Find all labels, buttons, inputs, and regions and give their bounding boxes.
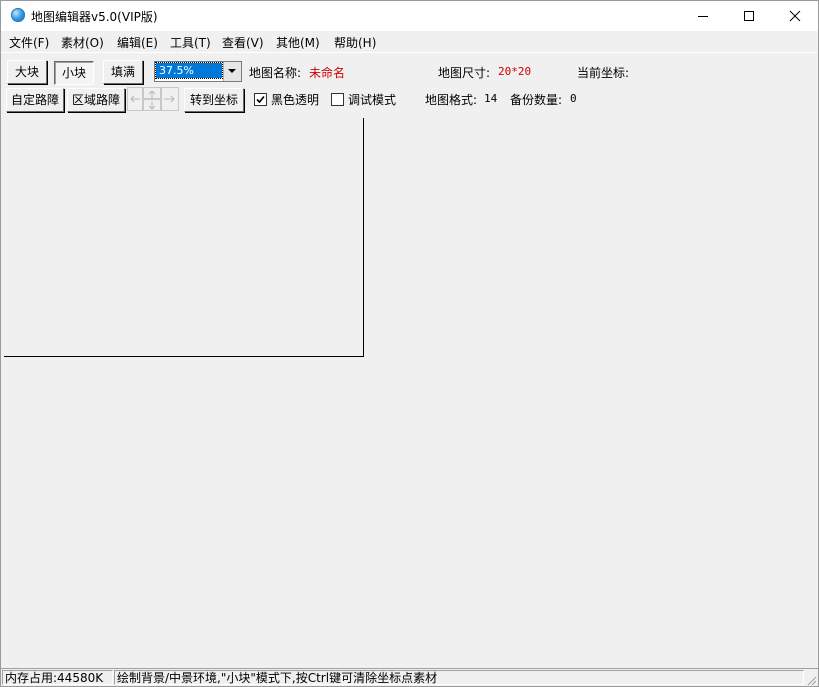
toolbar: 大块 小块 填满 37.5% 地图名称: 未命名 地图尺寸: 20*20 当前坐… bbox=[1, 52, 818, 117]
menu-file[interactable]: 文件(F) bbox=[9, 34, 49, 51]
zoom-select[interactable]: 37.5% bbox=[154, 61, 242, 82]
arrow-right-icon bbox=[164, 95, 175, 103]
menu-assets[interactable]: 素材(O) bbox=[61, 34, 104, 51]
menu-tools[interactable]: 工具(T) bbox=[170, 34, 211, 51]
current-coord-label: 当前坐标: bbox=[577, 66, 630, 80]
black-transparent-label[interactable]: 黑色透明 bbox=[271, 91, 319, 108]
title-bar[interactable]: 地图编辑器v5.0(VIP版) bbox=[1, 1, 818, 31]
backup-count-label: 备份数量: bbox=[510, 93, 563, 107]
app-window: 地图编辑器v5.0(VIP版) 文件(F) 素材(O) 编辑(E) 工具(T) … bbox=[0, 0, 819, 687]
app-globe-icon bbox=[11, 8, 25, 22]
close-icon bbox=[789, 10, 801, 22]
chevron-down-icon bbox=[228, 69, 236, 73]
status-hint: 绘制背景/中景环境,"小块"模式下,按Ctrl键可清除坐标点素材 bbox=[114, 670, 804, 685]
close-button[interactable] bbox=[772, 1, 818, 31]
area-block-button[interactable]: 区域路障 bbox=[67, 88, 125, 112]
big-block-button[interactable]: 大块 bbox=[7, 60, 47, 84]
black-transparent-checkbox[interactable] bbox=[254, 93, 267, 106]
map-format-label: 地图格式: bbox=[425, 93, 478, 107]
map-format-value: 14 bbox=[484, 92, 498, 105]
arrow-up-icon bbox=[148, 90, 156, 99]
move-down-button[interactable] bbox=[143, 99, 161, 111]
custom-block-button[interactable]: 自定路障 bbox=[6, 88, 64, 112]
status-bar: 内存占用:44580K 绘制背景/中景环境,"小块"模式下,按Ctrl键可清除坐… bbox=[1, 668, 818, 686]
arrow-down-icon bbox=[148, 101, 156, 110]
debug-mode-label[interactable]: 调试模式 bbox=[348, 91, 396, 108]
menu-view[interactable]: 查看(V) bbox=[222, 34, 264, 51]
zoom-value: 37.5% bbox=[155, 62, 223, 79]
menu-bar: 文件(F) 素材(O) 编辑(E) 工具(T) 查看(V) 其他(M) 帮助(H… bbox=[1, 31, 818, 52]
arrow-left-icon bbox=[130, 95, 140, 103]
map-size-value: 20*20 bbox=[498, 65, 532, 78]
menu-other[interactable]: 其他(M) bbox=[276, 34, 320, 51]
direction-pad[interactable] bbox=[127, 87, 179, 111]
maximize-button[interactable] bbox=[726, 1, 772, 31]
map-name-value: 未命名 bbox=[309, 66, 346, 80]
map-size-label: 地图尺寸: bbox=[438, 66, 491, 80]
window-title: 地图编辑器v5.0(VIP版) bbox=[31, 10, 158, 24]
menu-help[interactable]: 帮助(H) bbox=[334, 34, 376, 51]
fill-button[interactable]: 填满 bbox=[103, 60, 143, 84]
menu-edit[interactable]: 编辑(E) bbox=[117, 34, 158, 51]
minimize-icon bbox=[698, 16, 708, 17]
resize-grip-icon[interactable] bbox=[805, 674, 817, 686]
checkmark-icon bbox=[256, 95, 265, 104]
zoom-dropdown-button[interactable] bbox=[223, 62, 241, 81]
map-bounds[interactable] bbox=[4, 118, 364, 357]
small-block-button[interactable]: 小块 bbox=[54, 61, 94, 85]
map-name-label: 地图名称: bbox=[249, 66, 302, 80]
goto-coord-button[interactable]: 转到坐标 bbox=[184, 88, 244, 112]
backup-count-value: 0 bbox=[570, 92, 577, 105]
map-canvas[interactable] bbox=[1, 116, 818, 668]
debug-mode-checkbox[interactable] bbox=[331, 93, 344, 106]
move-up-button[interactable] bbox=[143, 87, 161, 99]
move-right-button[interactable] bbox=[161, 87, 179, 111]
move-left-button[interactable] bbox=[127, 87, 143, 111]
memory-usage: 内存占用:44580K bbox=[2, 670, 113, 685]
maximize-icon bbox=[744, 11, 754, 21]
minimize-button[interactable] bbox=[680, 1, 726, 31]
